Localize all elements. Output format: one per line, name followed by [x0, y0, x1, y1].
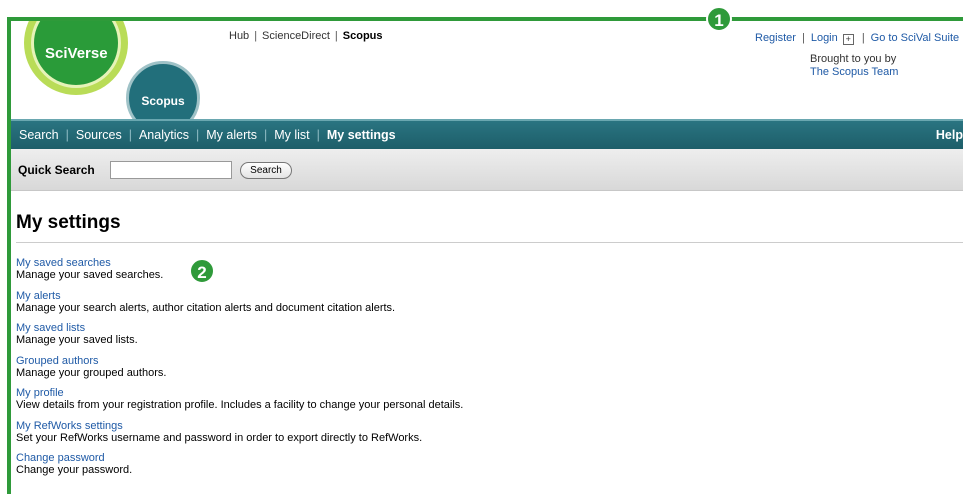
plus-icon[interactable]: + [842, 34, 854, 45]
account-links: Register | Login + | Go to SciVal Suite [755, 32, 960, 45]
settings-desc: Manage your search alerts, author citati… [16, 301, 396, 314]
page-title: My settings [16, 212, 121, 233]
list-item: My saved lists Manage your saved lists. [16, 322, 956, 355]
scopus-link[interactable]: Scopus [343, 30, 383, 42]
register-link[interactable]: Register [755, 32, 796, 44]
settings-desc: Set your RefWorks username and password … [16, 431, 423, 444]
settings-desc: View details from your registration prof… [16, 399, 464, 411]
nav-help[interactable]: Help [936, 128, 963, 142]
quick-search-bar: Quick Search Search [11, 149, 963, 191]
scopus-logo-text: Scopus [141, 94, 185, 108]
title-divider [16, 242, 963, 243]
quick-search-input[interactable] [110, 161, 232, 179]
settings-list: My saved searches Manage your saved sear… [16, 257, 956, 485]
brought-line: Brought to you by [810, 53, 897, 65]
sciverse-logo[interactable]: SciVerse [22, 21, 134, 119]
settings-desc: Change your password. [16, 464, 133, 476]
settings-link-grouped-authors[interactable]: Grouped authors [16, 355, 956, 367]
scopus-logo[interactable]: Scopus [126, 61, 200, 119]
nav-my-list[interactable]: My list [274, 128, 309, 142]
settings-link-saved-lists[interactable]: My saved lists [16, 322, 956, 334]
list-item: My RefWorks settings Set your RefWorks u… [16, 420, 956, 453]
page-header: SciVerse Scopus Hub | ScienceDirect | Scopus… [11, 21, 963, 119]
annotation-marker-2: 2 [189, 258, 215, 284]
list-item: My profile View details from your regist… [16, 387, 956, 420]
quick-search-label: Quick Search [18, 163, 95, 177]
nav-analytics[interactable]: Analytics [139, 128, 189, 142]
settings-link-refworks[interactable]: My RefWorks settings [16, 420, 956, 432]
list-item: Grouped authors Manage your grouped auth… [16, 355, 956, 388]
settings-desc: Manage your grouped authors. [16, 366, 167, 379]
nav-my-settings[interactable]: My settings [327, 128, 396, 142]
settings-desc: Manage your saved lists. [16, 334, 138, 346]
main-nav: Search | Sources | Analytics | My alerts | My li… [11, 119, 963, 149]
sciencedirect-link[interactable]: ScienceDirect [262, 30, 330, 42]
settings-link-saved-searches[interactable]: My saved searches [16, 257, 956, 269]
nav-my-alerts[interactable]: My alerts [206, 128, 257, 142]
settings-desc: Manage your saved searches. [16, 269, 164, 281]
sciverse-logo-text: SciVerse [45, 45, 108, 62]
settings-link-profile[interactable]: My profile [16, 387, 956, 399]
list-item: My alerts Manage your search alerts, aut… [16, 290, 956, 323]
nav-sources[interactable]: Sources [76, 128, 122, 142]
quick-search-button[interactable]: Search [240, 162, 292, 179]
scopus-team-link[interactable]: The Scopus Team [810, 66, 898, 79]
hub-link[interactable]: Hub [229, 30, 249, 42]
list-item: My saved searches Manage your saved sear… [16, 257, 956, 290]
hub-links: Hub | ScienceDirect | Scopus [229, 30, 383, 42]
brought-to-you-by: Brought to you by The Scopus Team [810, 53, 898, 79]
annotation-marker-1: 1 [706, 6, 732, 32]
list-item: Change password Change your password. [16, 452, 956, 485]
scival-link[interactable]: Go to SciVal Suite [871, 32, 959, 44]
settings-link-change-password[interactable]: Change password [16, 452, 956, 464]
login-link[interactable]: Login [811, 32, 838, 44]
settings-link-alerts[interactable]: My alerts [16, 290, 956, 302]
nav-search[interactable]: Search [19, 128, 59, 142]
